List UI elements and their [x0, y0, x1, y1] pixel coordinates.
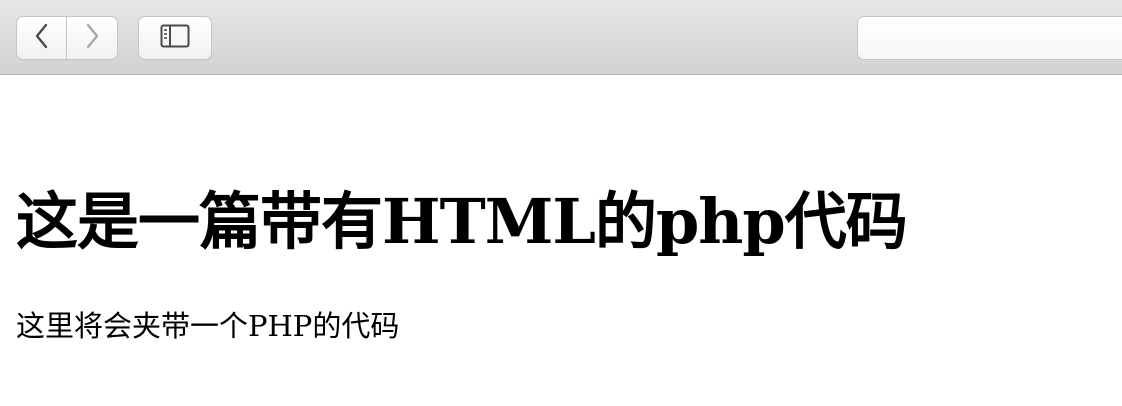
page-heading: 这是一篇带有HTML的php代码	[16, 185, 908, 258]
address-bar[interactable]	[857, 16, 1122, 60]
page-paragraph: 这里将会夹带一个PHP的代码	[16, 309, 400, 343]
back-button[interactable]	[16, 16, 67, 60]
browser-toolbar	[0, 0, 1122, 75]
forward-button[interactable]	[67, 16, 118, 60]
sidebar-toggle-button[interactable]	[138, 16, 212, 60]
sidebar-icon	[160, 24, 190, 52]
chevron-left-icon	[34, 23, 50, 53]
chevron-right-icon	[84, 23, 100, 53]
